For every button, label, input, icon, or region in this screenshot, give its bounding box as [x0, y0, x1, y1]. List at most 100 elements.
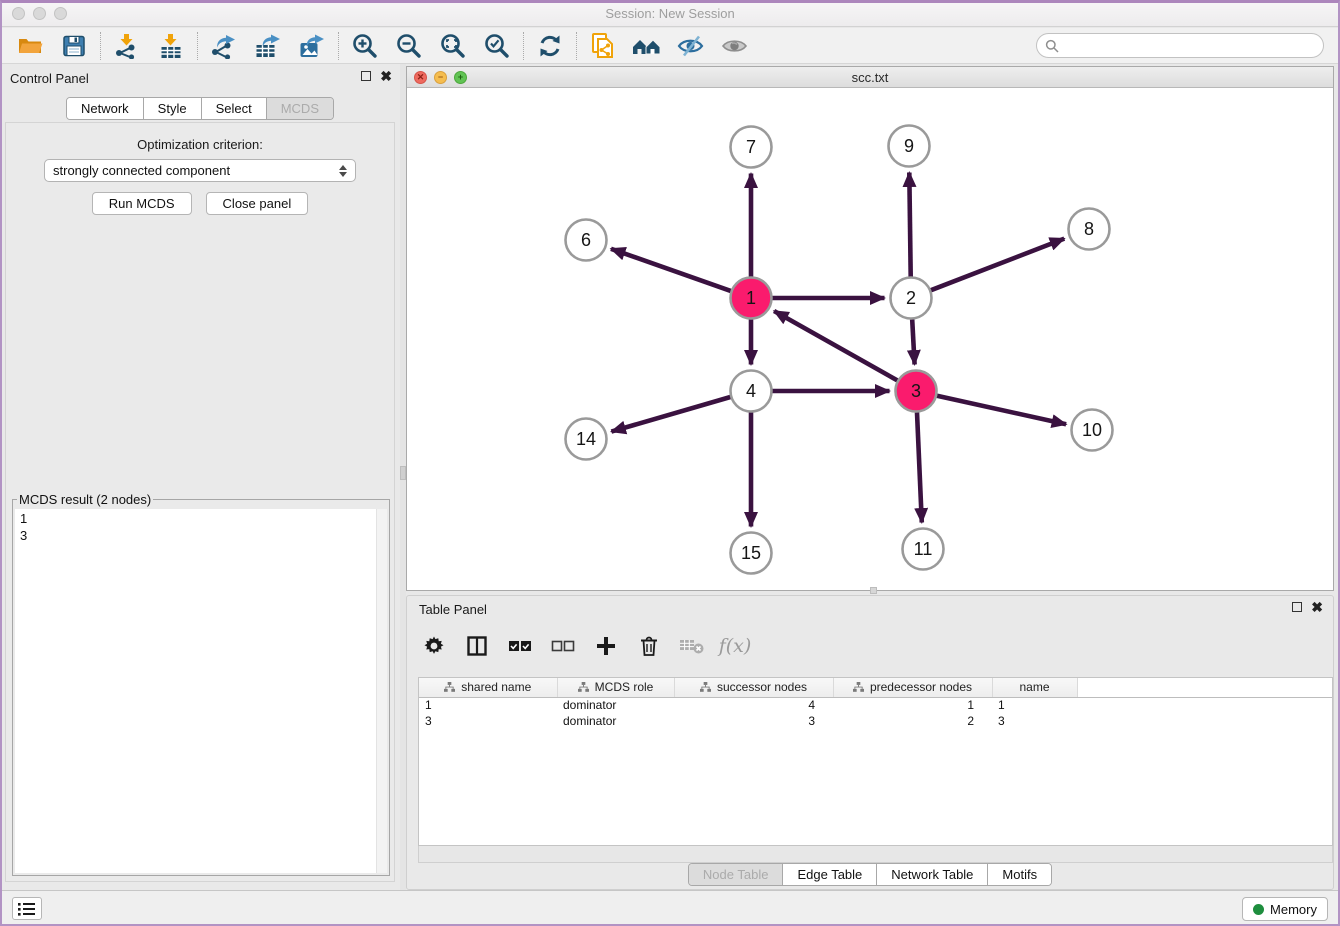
tab-select[interactable]: Select [202, 98, 267, 119]
edge-2-9[interactable] [909, 173, 910, 277]
deselect-all-rows-button[interactable] [550, 633, 576, 659]
network-resize-grip[interactable] [870, 587, 877, 594]
window-title: Session: New Session [0, 6, 1340, 21]
table-cell[interactable]: 4 [674, 697, 833, 713]
table-cell[interactable]: 3 [674, 713, 833, 729]
table-cell[interactable]: 1 [992, 697, 1077, 713]
network-from-file-button[interactable] [581, 30, 625, 62]
apply-function-button[interactable]: f(x) [722, 633, 748, 659]
toolbar-separator [197, 32, 198, 60]
criterion-select-value: strongly connected component [53, 163, 230, 178]
close-panel-icon[interactable]: ✖ [380, 70, 392, 82]
run-mcds-button[interactable]: Run MCDS [92, 192, 192, 215]
show-all-button[interactable] [713, 30, 757, 62]
column-header-mcds-role[interactable]: MCDS role [557, 678, 674, 697]
search-box[interactable] [1036, 33, 1324, 58]
zoom-selected-button[interactable] [475, 30, 519, 62]
edge-3-10[interactable] [937, 396, 1066, 425]
float-panel-icon[interactable] [361, 71, 371, 81]
tab-network-table[interactable]: Network Table [877, 864, 988, 885]
close-table-panel-icon[interactable]: ✖ [1311, 601, 1323, 613]
plus-icon [595, 635, 617, 657]
zoom-out-button[interactable] [387, 30, 431, 62]
column-header-shared-name[interactable]: shared name [419, 678, 557, 697]
tab-mcds[interactable]: MCDS [267, 98, 333, 119]
open-session-button[interactable] [8, 30, 52, 62]
edge-4-14[interactable] [611, 397, 730, 432]
table-cell[interactable]: 3 [992, 713, 1077, 729]
save-session-button[interactable] [52, 30, 96, 62]
zoom-fit-icon [439, 32, 467, 60]
table-row[interactable]: 3dominator323 [419, 713, 1332, 729]
tab-network[interactable]: Network [67, 98, 144, 119]
table-horizontal-scrollbar[interactable] [418, 846, 1333, 863]
float-table-panel-icon[interactable] [1292, 602, 1302, 612]
columns-icon [466, 635, 488, 657]
criterion-select[interactable]: strongly connected component [44, 159, 356, 182]
edge-2-3[interactable] [912, 320, 914, 365]
column-header-name[interactable]: name [992, 678, 1077, 697]
search-input[interactable] [1064, 37, 1323, 54]
gear-icon [423, 635, 445, 657]
column-header-predecessor-nodes[interactable]: predecessor nodes [833, 678, 992, 697]
import-network-button[interactable] [105, 30, 149, 62]
tab-node-table[interactable]: Node Table [689, 864, 784, 885]
result-scrollbar[interactable] [376, 509, 387, 873]
mcds-result-box[interactable]: 1 3 [15, 509, 387, 873]
network-view-window: ✕ − + scc.txt 7968124314101511 [406, 66, 1334, 591]
add-column-button[interactable] [593, 633, 619, 659]
node-table: shared name MCDS role successor nodes pr… [418, 677, 1333, 846]
column-header-successor-nodes[interactable]: successor nodes [674, 678, 833, 697]
export-image-button[interactable] [290, 30, 334, 62]
edge-2-8[interactable] [931, 239, 1064, 291]
row-filler [1077, 697, 1332, 713]
table-options-button[interactable] [421, 633, 447, 659]
table-panel-title: Table Panel [419, 602, 487, 617]
status-bar: Memory [0, 890, 1340, 926]
edge-3-11[interactable] [917, 413, 922, 523]
network-canvas[interactable]: 7968124314101511 [407, 88, 1333, 590]
table-row[interactable]: 1dominator411 [419, 697, 1332, 713]
delete-columns-button[interactable] [636, 633, 662, 659]
graph-node-label: 11 [914, 539, 933, 559]
node-table-grid: shared name MCDS role successor nodes pr… [419, 678, 1332, 729]
edge-1-6[interactable] [611, 249, 731, 291]
select-arrows-icon [339, 165, 347, 177]
hide-selected-button[interactable] [669, 30, 713, 62]
close-panel-button[interactable]: Close panel [206, 192, 309, 215]
import-table-icon [158, 33, 184, 59]
table-cell[interactable]: 1 [419, 697, 557, 713]
mcds-result-group: MCDS result (2 nodes) 1 3 [12, 492, 390, 876]
control-panel-header: Control Panel ✖ [0, 64, 400, 92]
houses-icon [631, 33, 663, 59]
refresh-view-button[interactable] [528, 30, 572, 62]
memory-button[interactable]: Memory [1242, 897, 1328, 921]
control-panel: Control Panel ✖ Network Style Select MCD… [0, 64, 400, 890]
export-network-button[interactable] [202, 30, 246, 62]
graph-node-label: 4 [746, 381, 756, 401]
graph-node-label: 7 [746, 137, 756, 157]
table-cell[interactable]: 1 [833, 697, 992, 713]
table-cell[interactable]: 3 [419, 713, 557, 729]
list-icon [18, 902, 36, 916]
select-all-rows-button[interactable] [507, 633, 533, 659]
task-history-button[interactable] [12, 897, 42, 920]
show-columns-button[interactable] [464, 633, 490, 659]
table-cell[interactable]: dominator [557, 713, 674, 729]
tab-edge-table[interactable]: Edge Table [783, 864, 877, 885]
network-window-titlebar[interactable]: ✕ − + scc.txt [407, 67, 1333, 88]
tab-style[interactable]: Style [144, 98, 202, 119]
table-cell[interactable]: dominator [557, 697, 674, 713]
application-window: Session: New Session [0, 0, 1340, 926]
edge-3-1[interactable] [774, 311, 897, 380]
first-neighbors-button[interactable] [625, 30, 669, 62]
zoom-fit-button[interactable] [431, 30, 475, 62]
import-table-button[interactable] [149, 30, 193, 62]
table-cell[interactable]: 2 [833, 713, 992, 729]
column-tree-icon [578, 682, 589, 693]
toolbar-separator [100, 32, 101, 60]
zoom-in-button[interactable] [343, 30, 387, 62]
export-table-button[interactable] [246, 30, 290, 62]
delete-table-button[interactable] [679, 633, 705, 659]
tab-motifs[interactable]: Motifs [988, 864, 1051, 885]
